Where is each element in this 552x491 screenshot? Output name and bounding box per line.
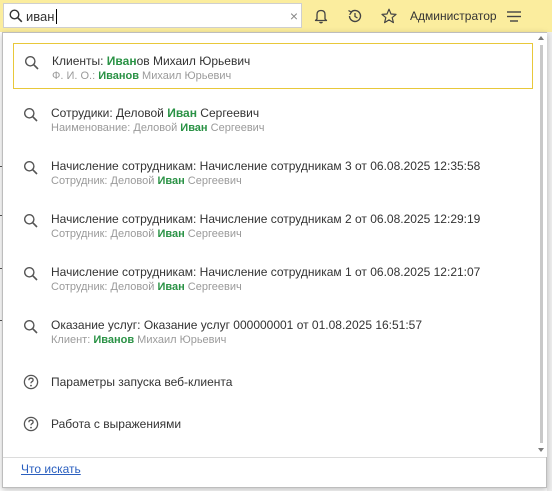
result-subtitle: Ф. И. О.: Иванов Михаил Юрьевич xyxy=(52,70,232,82)
footer-divider xyxy=(3,457,546,458)
question-circle-icon xyxy=(23,374,39,390)
results-scrollbar[interactable] xyxy=(536,33,547,457)
top-toolbar: × Администратор xyxy=(0,0,552,32)
match-highlight: Иванов xyxy=(98,70,139,82)
search-icon xyxy=(9,9,23,23)
page-right-edge xyxy=(547,32,552,491)
search-icon xyxy=(24,214,38,228)
result-subtitle: Сотрудник: Деловой Иван Сергеевич xyxy=(51,175,242,187)
search-result-item[interactable]: Начисление сотрудникам: Начисление сотру… xyxy=(13,202,533,248)
result-subtitle: Сотрудник: Деловой Иван Сергеевич xyxy=(51,281,242,293)
result-title: Клиенты: Иванов Михаил Юрьевич xyxy=(52,54,251,68)
search-result-item[interactable]: Начисление сотрудникам: Начисление сотру… xyxy=(13,255,533,301)
result-title: Сотрудики: Деловой Иван Сергеевич xyxy=(51,106,260,120)
search-results-dropdown: Клиенты: Иванов Михаил Юрьевич Ф. И. О.:… xyxy=(2,32,547,488)
text-cursor xyxy=(56,9,57,24)
search-icon xyxy=(25,56,39,70)
result-subtitle: Клиент: Иванов Михаил Юрьевич xyxy=(51,334,227,346)
question-circle-icon xyxy=(23,416,39,432)
match-highlight: Иванов xyxy=(93,334,135,346)
notifications-bell-icon[interactable] xyxy=(311,6,331,26)
search-icon xyxy=(24,161,38,175)
history-icon[interactable] xyxy=(345,6,365,26)
scroll-up-arrow-icon[interactable] xyxy=(538,36,544,40)
help-item-web-client-params[interactable]: Параметры запуска веб-клиента xyxy=(13,365,533,399)
search-result-item[interactable]: Клиенты: Иванов Михаил Юрьевич Ф. И. О.:… xyxy=(13,43,533,89)
match-highlight: Иван xyxy=(106,54,137,68)
search-icon xyxy=(24,267,38,281)
what-to-search-link[interactable]: Что искать xyxy=(21,462,81,476)
clear-search-button[interactable]: × xyxy=(287,8,301,24)
global-search-box[interactable]: × xyxy=(3,3,302,28)
result-title: Начисление сотрудникам: Начисление сотру… xyxy=(51,265,481,279)
match-highlight: Иван xyxy=(157,281,185,293)
search-results-list: Клиенты: Иванов Михаил Юрьевич Ф. И. О.:… xyxy=(3,33,536,457)
match-highlight: Иван xyxy=(167,106,197,120)
search-result-item[interactable]: Начисление сотрудникам: Начисление сотру… xyxy=(13,149,533,195)
favorites-star-icon[interactable] xyxy=(379,6,399,26)
scroll-down-arrow-icon[interactable] xyxy=(538,448,544,452)
search-result-item[interactable]: Сотрудики: Деловой Иван Сергеевич Наимен… xyxy=(13,96,533,142)
match-highlight: Иван xyxy=(157,175,185,187)
match-highlight: Иван xyxy=(180,122,208,134)
result-subtitle: Наименование: Деловой Иван Сергеевич xyxy=(51,122,265,134)
result-subtitle: Сотрудник: Деловой Иван Сергеевич xyxy=(51,228,242,240)
main-menu-icon[interactable] xyxy=(504,6,524,26)
result-title: Начисление сотрудникам: Начисление сотру… xyxy=(51,159,481,173)
help-item-label: Работа с выражениями xyxy=(51,417,182,431)
current-user-name[interactable]: Администратор xyxy=(410,9,497,23)
search-result-item[interactable]: Оказание услуг: Оказание услуг 000000001… xyxy=(13,308,533,354)
result-title: Начисление сотрудникам: Начисление сотру… xyxy=(51,212,481,226)
help-item-label: Параметры запуска веб-клиента xyxy=(51,375,233,389)
search-icon xyxy=(24,108,38,122)
help-item-expressions[interactable]: Работа с выражениями xyxy=(13,407,533,441)
search-icon xyxy=(24,320,38,334)
result-title: Оказание услуг: Оказание услуг 000000001… xyxy=(51,318,423,332)
global-search-input[interactable] xyxy=(26,7,266,25)
scrollbar-thumb[interactable] xyxy=(540,45,543,443)
match-highlight: Иван xyxy=(157,228,185,240)
